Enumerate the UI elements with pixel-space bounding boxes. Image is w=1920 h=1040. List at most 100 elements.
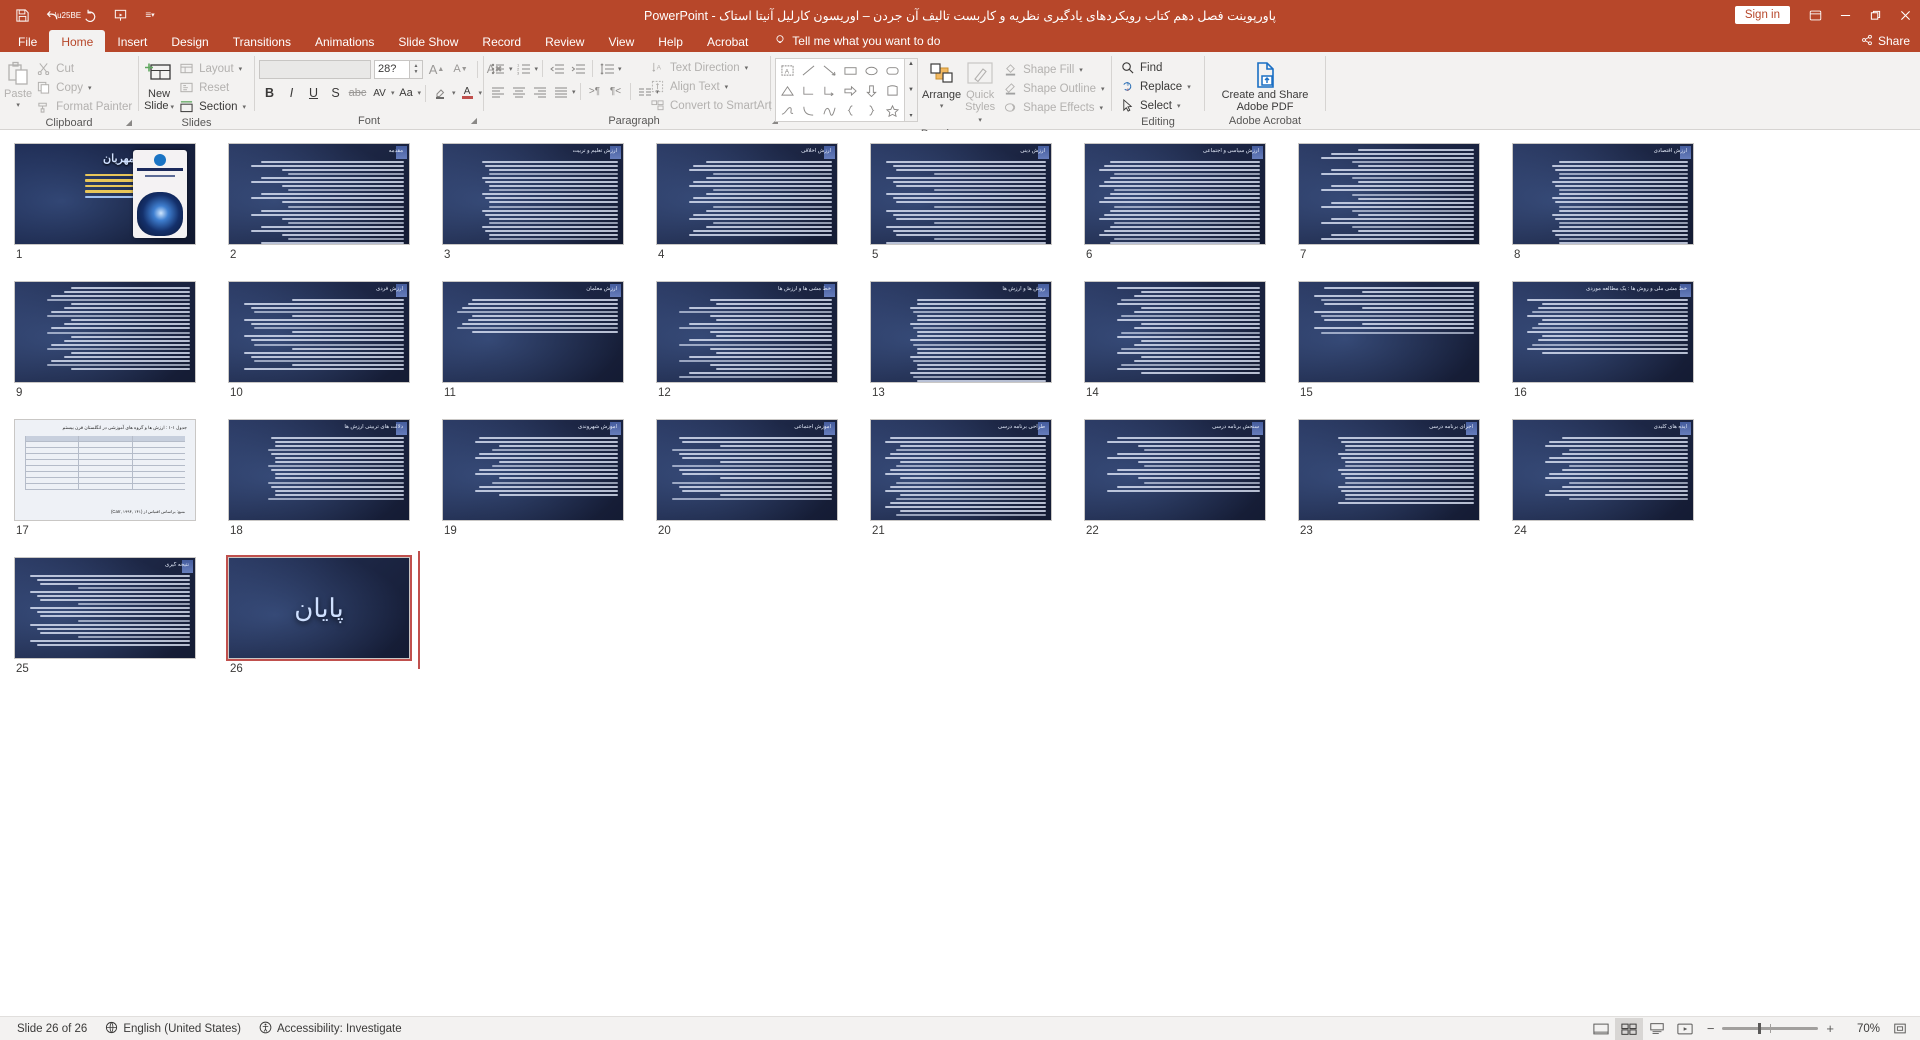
change-case-button[interactable]: Aa	[396, 83, 417, 103]
shape-elbow-arrow-icon[interactable]	[819, 80, 840, 100]
shape-textbox-icon[interactable]: A	[777, 60, 798, 80]
shape-fill-button[interactable]: Shape Fill ▾	[999, 60, 1108, 79]
rtl-text-direction-button[interactable]: ¶<	[606, 82, 626, 101]
font-size-spinner[interactable]: ▲ ▼	[410, 59, 423, 79]
align-right-button[interactable]	[530, 82, 550, 101]
tab-design[interactable]: Design	[159, 30, 220, 52]
tab-view[interactable]: View	[596, 30, 646, 52]
shape-elbow-connector-icon[interactable]	[798, 80, 819, 100]
slide-thumbnail[interactable]	[1298, 143, 1480, 245]
slide-thumbnail-cell[interactable]: 7	[1298, 143, 1512, 261]
font-name-input[interactable]	[259, 59, 371, 79]
slide-thumbnail-cell[interactable]: آموزش اجتماعی 20	[656, 419, 870, 537]
slide-thumbnail[interactable]: بنام خداوند مهربان	[14, 143, 196, 245]
slide-thumbnail[interactable]: ایده های کلیدی	[1512, 419, 1694, 521]
slide-thumbnail-cell[interactable]: نتیجه گیری 25	[14, 557, 228, 675]
text-direction-button[interactable]: A Text Direction ▾	[646, 58, 752, 77]
slide-thumbnail[interactable]: سنجش برنامه درسی	[1084, 419, 1266, 521]
tab-slide-show[interactable]: Slide Show	[386, 30, 470, 52]
shape-fill-dropdown-icon[interactable]: ▾	[1079, 66, 1083, 74]
arrange-dropdown-icon[interactable]: ▾	[940, 102, 944, 110]
shape-effects-dropdown-icon[interactable]: ▾	[1100, 104, 1104, 112]
slide-thumbnail-cell[interactable]: مقدمه 2	[228, 143, 442, 261]
decrease-indent-button[interactable]	[547, 59, 567, 78]
slide-thumbnail[interactable]: پایان	[226, 555, 412, 661]
slide-thumbnail[interactable]: ارزش فردی	[228, 281, 410, 383]
underline-button[interactable]: U	[303, 83, 324, 103]
change-case-dropdown-icon[interactable]: ▾	[418, 89, 422, 97]
slide-show-icon[interactable]	[1671, 1018, 1699, 1040]
language-indicator[interactable]: English (United States)	[96, 1021, 250, 1037]
zoom-control[interactable]: − + 70%	[1699, 1021, 1888, 1036]
zoom-out-icon[interactable]: −	[1707, 1021, 1715, 1036]
fit-to-window-icon[interactable]	[1888, 1018, 1912, 1040]
shape-arrow-icon[interactable]	[819, 60, 840, 80]
tab-review[interactable]: Review	[533, 30, 596, 52]
slide-thumbnail-cell[interactable]: روش ها و ارزش ها 13	[870, 281, 1084, 399]
arrange-button[interactable]: Arrange ▾	[922, 58, 961, 110]
slide-thumbnail-cell[interactable]: ارزش معلمان 11	[442, 281, 656, 399]
accessibility-indicator[interactable]: Accessibility: Investigate	[250, 1021, 411, 1037]
align-text-dropdown-icon[interactable]: ▾	[725, 83, 729, 91]
share-button[interactable]: Share	[1861, 34, 1910, 49]
slide-thumbnail[interactable]: طراحی برنامه درسی	[870, 419, 1052, 521]
slide-thumbnail-cell[interactable]: جدول ۱-۱ : ارزش ها و گروه های آموزشی در …	[14, 419, 228, 537]
slide-thumbnail[interactable]: مقدمه	[228, 143, 410, 245]
section-dropdown-icon[interactable]: ▾	[242, 103, 246, 111]
slide-thumbnail[interactable]: روش ها و ارزش ها	[870, 281, 1052, 383]
tab-transitions[interactable]: Transitions	[221, 30, 303, 52]
slide-thumbnail[interactable]	[1084, 281, 1266, 383]
slide-thumbnail[interactable]: ارزش اخلاقی	[656, 143, 838, 245]
text-shadow-button[interactable]: S	[325, 83, 346, 103]
section-button[interactable]: Section ▾	[175, 97, 250, 116]
slide-thumbnail-cell[interactable]: 14	[1084, 281, 1298, 399]
font-color-button[interactable]: A	[457, 83, 478, 103]
justify-button[interactable]	[551, 82, 571, 101]
quick-styles-button[interactable]: Quick Styles ▾	[965, 58, 995, 127]
slide-thumbnail-cell[interactable]: ارزش اخلاقی 4	[656, 143, 870, 261]
slide-thumbnail-cell[interactable]: ارزش فردی 10	[228, 281, 442, 399]
new-slide-button[interactable]: New Slide ▾	[143, 57, 175, 113]
paste-button[interactable]: Paste ▾	[4, 57, 32, 109]
slide-thumbnail-cell[interactable]: ارزش تعلیم و تربیت 3	[442, 143, 656, 261]
slide-indicator[interactable]: Slide 26 of 26	[8, 1023, 96, 1035]
slide-thumbnail[interactable]: جدول ۱-۱ : ارزش ها و گروه های آموزشی در …	[14, 419, 196, 521]
cut-button[interactable]: Cut	[32, 59, 136, 78]
slide-thumbnail[interactable]: خط مشی ملی و روش ها : یک مطالعه موردی	[1512, 281, 1694, 383]
line-spacing-button[interactable]	[597, 59, 617, 78]
ribbon-display-options-icon[interactable]	[1800, 0, 1830, 30]
text-direction-dropdown-icon[interactable]: ▾	[745, 64, 749, 72]
slide-thumbnail-cell[interactable]: ارزش سیاسی و اجتماعی 6	[1084, 143, 1298, 261]
convert-to-smartart-button[interactable]: Convert to SmartArt ▾	[646, 96, 784, 115]
bullets-button[interactable]	[488, 59, 508, 78]
slide-thumbnail[interactable]: ارزش تعلیم و تربیت	[442, 143, 624, 245]
character-spacing-button[interactable]: AV	[369, 83, 390, 103]
copy-button[interactable]: Copy ▾	[32, 78, 136, 97]
select-dropdown-icon[interactable]: ▾	[1177, 102, 1181, 110]
slide-sorter-view-icon[interactable]	[1614, 1017, 1643, 1040]
layout-dropdown-icon[interactable]: ▾	[239, 65, 243, 73]
slide-thumbnail-cell[interactable]: طراحی برنامه درسی 21	[870, 419, 1084, 537]
strikethrough-button[interactable]: abc	[347, 83, 368, 103]
slide-thumbnail-cell[interactable]: 15	[1298, 281, 1512, 399]
shape-left-brace-icon[interactable]	[840, 100, 861, 120]
slide-thumbnail[interactable]: ارزش سیاسی و اجتماعی	[1084, 143, 1266, 245]
create-and-share-adobe-pdf-button[interactable]: Create and Share Adobe PDF	[1209, 58, 1321, 113]
slide-thumbnail-cell[interactable]: اجرای برنامه درسی 23	[1298, 419, 1512, 537]
line-spacing-dropdown-icon[interactable]: ▾	[618, 65, 622, 73]
replace-dropdown-icon[interactable]: ▾	[1187, 83, 1191, 91]
character-spacing-dropdown-icon[interactable]: ▾	[391, 89, 395, 97]
shape-curve-icon[interactable]	[798, 100, 819, 120]
slide-thumbnail[interactable]: نتیجه گیری	[14, 557, 196, 659]
align-center-button[interactable]	[509, 82, 529, 101]
shape-down-arrow-icon[interactable]	[861, 80, 882, 100]
zoom-percentage[interactable]: 70%	[1842, 1023, 1880, 1035]
slide-thumbnail[interactable]: آموزش شهروندی	[442, 419, 624, 521]
slide-thumbnail[interactable]: دلالت های تربیتی ارزش ها	[228, 419, 410, 521]
tell-me-search[interactable]: Tell me what you want to do	[760, 30, 940, 52]
zoom-slider-handle[interactable]	[1758, 1023, 1762, 1034]
close-icon[interactable]	[1890, 0, 1920, 30]
shapes-scroll-down-icon[interactable]: ▼	[908, 87, 914, 93]
shape-oval-icon[interactable]	[861, 60, 882, 80]
slide-thumbnail-cell[interactable]: خط مشی ملی و روش ها : یک مطالعه موردی 16	[1512, 281, 1726, 399]
